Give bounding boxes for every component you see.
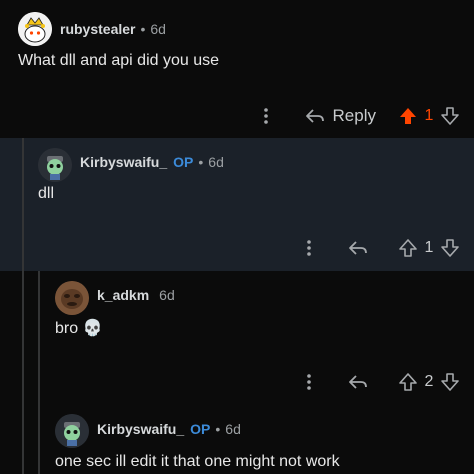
comment-k-adkm: k_adkm 6d bro 💀 2 bbox=[0, 271, 474, 404]
reply-label: Reply bbox=[332, 106, 376, 125]
comment-meta: k_adkm 6d bbox=[97, 287, 175, 303]
avatar[interactable] bbox=[38, 148, 72, 182]
comment-age: 6d bbox=[150, 21, 166, 37]
comment-actions: Reply 1 bbox=[251, 100, 460, 132]
comment-age: 6d bbox=[159, 287, 175, 303]
user-photo-avatar-icon bbox=[55, 281, 89, 315]
author-name[interactable]: Kirbyswaifu_ bbox=[97, 421, 184, 437]
author-name[interactable]: Kirbyswaifu_ bbox=[80, 154, 167, 170]
thread-line[interactable] bbox=[22, 271, 24, 404]
kebab-icon bbox=[263, 108, 268, 124]
thread-line[interactable] bbox=[22, 404, 24, 474]
comment-body: What dll and api did you use bbox=[18, 52, 220, 69]
author-name[interactable]: rubystealer bbox=[60, 21, 135, 37]
snoo-robot-avatar-icon bbox=[38, 148, 72, 182]
upvote-button[interactable] bbox=[398, 106, 418, 126]
kebab-icon bbox=[307, 374, 311, 390]
more-options-button[interactable] bbox=[294, 367, 324, 397]
more-options-button[interactable] bbox=[251, 101, 281, 131]
more-options-button[interactable] bbox=[294, 233, 324, 263]
reply-arrow-icon bbox=[349, 241, 367, 255]
comment-rubystealer: rubystealer • 6d What dll and api did yo… bbox=[0, 0, 474, 138]
upvote-icon bbox=[399, 373, 417, 391]
vote-count: 1 bbox=[424, 107, 434, 124]
author-name[interactable]: k_adkm bbox=[97, 287, 149, 303]
reply-arrow-icon bbox=[305, 109, 324, 123]
comment-age: 6d bbox=[208, 154, 224, 170]
upvote-button[interactable] bbox=[398, 238, 418, 258]
thread-line[interactable] bbox=[38, 404, 40, 474]
downvote-button[interactable] bbox=[440, 106, 460, 126]
vote-controls: 1 bbox=[398, 238, 460, 258]
downvote-button[interactable] bbox=[440, 238, 460, 258]
comment-actions: 2 bbox=[294, 366, 460, 398]
downvote-button[interactable] bbox=[440, 372, 460, 392]
comment-kirbyswaifu-reply: Kirbyswaifu_ OP • 6d one sec ill edit it… bbox=[0, 404, 474, 474]
comment-body: bro 💀 bbox=[55, 320, 103, 337]
downvote-icon bbox=[441, 107, 459, 125]
reply-button[interactable]: Reply bbox=[305, 106, 376, 126]
comment-body: one sec ill edit it that one might not w… bbox=[55, 453, 340, 470]
upvote-filled-icon bbox=[400, 108, 416, 124]
vote-count: 2 bbox=[424, 373, 434, 390]
comment-body: dll bbox=[38, 185, 55, 202]
upvote-button[interactable] bbox=[398, 372, 418, 392]
downvote-icon bbox=[441, 373, 459, 391]
meta-separator: • bbox=[140, 21, 146, 37]
reply-arrow-icon bbox=[349, 375, 367, 389]
upvote-icon bbox=[399, 239, 417, 257]
comment-kirbyswaifu-highlighted: Kirbyswaifu_ OP • 6d dll 1 bbox=[0, 138, 474, 271]
snoo-robot-avatar-icon bbox=[55, 414, 89, 448]
comment-actions: 1 bbox=[294, 232, 460, 264]
downvote-icon bbox=[441, 239, 459, 257]
meta-separator: • bbox=[198, 154, 204, 170]
op-badge: OP bbox=[190, 421, 211, 437]
reply-button[interactable] bbox=[348, 374, 376, 390]
meta-separator: • bbox=[215, 421, 221, 437]
op-badge: OP bbox=[173, 154, 194, 170]
vote-controls: 2 bbox=[398, 372, 460, 392]
avatar[interactable] bbox=[55, 414, 89, 448]
vote-count: 1 bbox=[424, 239, 434, 256]
vote-controls: 1 bbox=[398, 106, 460, 126]
comment-age: 6d bbox=[225, 421, 241, 437]
comment-meta: Kirbyswaifu_ OP • 6d bbox=[97, 421, 241, 437]
snoo-avatar-icon bbox=[18, 12, 52, 46]
reply-button[interactable] bbox=[348, 240, 376, 256]
avatar[interactable] bbox=[55, 281, 89, 315]
comment-meta: Kirbyswaifu_ OP • 6d bbox=[80, 154, 224, 170]
kebab-icon bbox=[307, 240, 311, 256]
comment-meta: rubystealer • 6d bbox=[60, 21, 166, 37]
thread-line[interactable] bbox=[22, 138, 24, 271]
thread-line[interactable] bbox=[38, 271, 40, 404]
avatar[interactable] bbox=[18, 12, 52, 46]
